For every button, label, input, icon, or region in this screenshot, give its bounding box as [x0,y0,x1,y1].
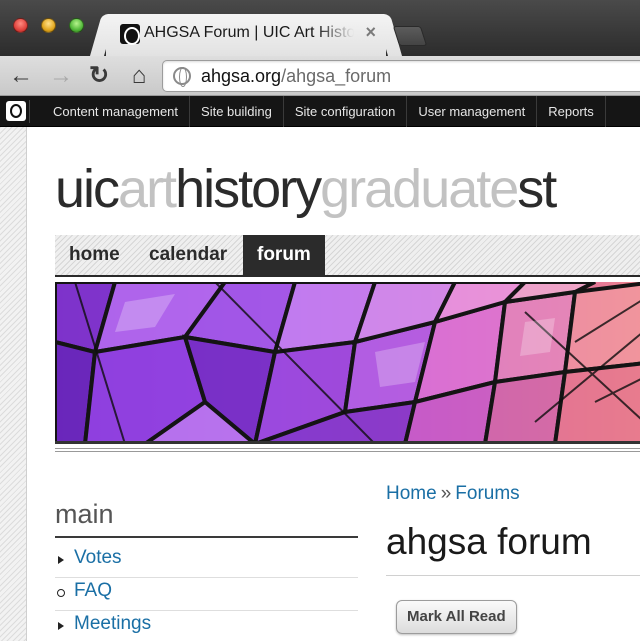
breadcrumb-home-link[interactable]: Home [386,483,437,504]
web-page: uicarthistorygraduatest home calendar fo… [0,127,640,641]
arrow-bullet-icon [58,556,64,564]
tab-close-icon[interactable]: × [365,22,376,43]
title-divider [386,575,640,576]
nav-calendar-link[interactable]: calendar [137,235,239,275]
page-side-stripe [0,127,27,641]
minimize-window-button[interactable] [41,18,56,33]
admin-item-site-building[interactable]: Site building [190,96,284,127]
site-title-part: graduate [320,159,519,219]
circle-bullet-icon [57,589,65,597]
address-bar[interactable]: ahgsa.org/ahgsa_forum [162,60,640,92]
page-title: ahgsa forum [386,521,592,562]
sidebar-item-votes[interactable]: Votes [55,545,358,578]
site-title-part: uic [55,159,120,219]
drupal-logo-icon[interactable] [4,100,30,123]
admin-item-reports[interactable]: Reports [537,96,606,127]
breadcrumb-forums-link[interactable]: Forums [455,483,519,504]
sidebar-item-faq[interactable]: FAQ [55,578,358,611]
drupal-favicon-icon [120,24,140,44]
admin-item-content-management[interactable]: Content management [42,96,191,127]
breadcrumb: Home» Forums [386,483,520,505]
sidebar-item-label[interactable]: FAQ [74,580,112,602]
globe-icon [173,67,191,87]
url-host: ahgsa.org [201,66,282,86]
site-title-part: history [175,159,322,219]
zoom-window-button[interactable] [69,18,84,33]
forward-arrow-icon[interactable]: → [46,61,76,91]
site-title-part: art [118,159,177,219]
url-text[interactable]: ahgsa.org/ahgsa_forum [201,66,391,87]
sidebar-item-label[interactable]: Votes [74,547,122,569]
admin-item-user-management[interactable]: User management [407,96,538,127]
sidebar-item-label[interactable]: Meetings [74,613,151,635]
admin-menu: Content management Site building Site co… [42,96,606,127]
site-title-part: st [517,159,557,219]
browser-toolbar: ← → ↻ ⌂ ahgsa.org/ahgsa_forum [0,56,640,96]
nav-home-link[interactable]: home [57,235,132,275]
site-title[interactable]: uicarthistorygraduatest [55,159,557,219]
tab-title: AHGSA Forum | UIC Art History Graduate S… [144,24,354,41]
reload-icon[interactable]: ↻ [84,61,114,91]
primary-nav: home calendar forum [55,235,640,277]
banner-divider [55,448,640,452]
back-arrow-icon[interactable]: ← [6,61,36,91]
url-path: /ahgsa_forum [281,66,392,86]
mark-all-read-button[interactable]: Mark All Read [396,600,517,634]
new-tab-button[interactable] [392,26,428,46]
browser-titlebar: AHGSA Forum | UIC Art History Graduate S… [0,0,640,56]
browser-tab-active[interactable]: AHGSA Forum | UIC Art History Graduate S… [106,14,386,56]
arrow-bullet-icon [58,622,64,630]
close-window-button[interactable] [13,18,28,33]
sidebar-heading: main [55,499,358,538]
home-icon[interactable]: ⌂ [124,61,154,91]
stained-glass-banner-image [55,282,640,444]
nav-forum-link[interactable]: forum [243,235,325,275]
sidebar-item-meetings[interactable]: Meetings [55,611,358,641]
breadcrumb-separator: » [440,483,452,504]
admin-item-site-configuration[interactable]: Site configuration [284,96,408,127]
admin-menu-bar: Content management Site building Site co… [0,96,640,127]
